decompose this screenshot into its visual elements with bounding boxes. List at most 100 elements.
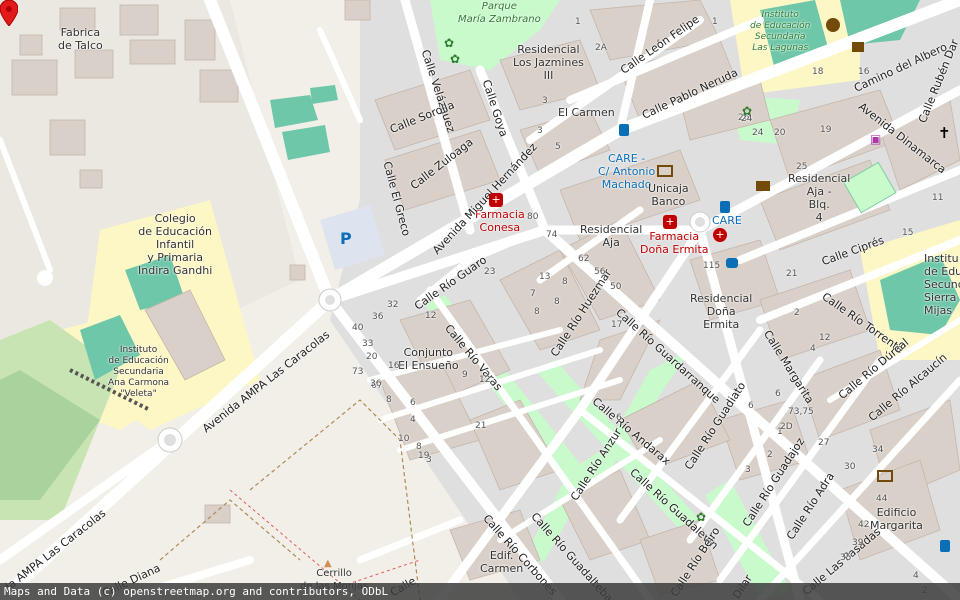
house-number: 18 bbox=[812, 67, 824, 77]
map-attribution: Maps and Data (c) openstreetmap.org and … bbox=[0, 583, 960, 600]
house-number: 39 bbox=[852, 538, 864, 548]
bank-icon[interactable] bbox=[657, 165, 673, 177]
pharmacy-icon[interactable]: + bbox=[489, 193, 503, 207]
label-residencial-aja: Residencial Aja bbox=[580, 223, 643, 249]
house-number: 27 bbox=[818, 438, 830, 448]
post-office-icon[interactable] bbox=[756, 181, 770, 191]
house-number: 35 bbox=[840, 553, 852, 563]
house-number: 1 bbox=[712, 17, 718, 27]
house-number: 32 bbox=[387, 300, 399, 310]
tree-icon: ✿ bbox=[696, 510, 707, 524]
tree-icon: ✿ bbox=[450, 52, 461, 66]
house-number: 23 bbox=[484, 267, 496, 277]
house-number: 16 bbox=[858, 67, 870, 77]
house-number: 6 bbox=[775, 389, 781, 399]
tree-icon: ✿ bbox=[444, 36, 455, 50]
bank-icon[interactable] bbox=[877, 470, 893, 482]
label-conjunto: Conjunto El Ensueño bbox=[398, 346, 459, 372]
house-number: 40 bbox=[352, 323, 364, 333]
house-number: 3 bbox=[537, 126, 543, 136]
house-number: 2 bbox=[767, 450, 773, 460]
house-number: 13 bbox=[539, 272, 551, 282]
house-number: 4 bbox=[410, 415, 416, 425]
house-number: 3 bbox=[542, 96, 548, 106]
house-number: 56 bbox=[594, 267, 606, 277]
house-number: 6 bbox=[616, 413, 622, 423]
house-number: 8 bbox=[386, 395, 392, 405]
house-number: 10 bbox=[398, 434, 410, 444]
house-number: 1 bbox=[575, 17, 581, 27]
label-unicaja: Unicaja Banco bbox=[648, 182, 689, 208]
house-number: 21 bbox=[475, 421, 487, 431]
house-number: 20 bbox=[774, 128, 786, 138]
house-number: 62 bbox=[578, 254, 590, 264]
house-number: 44 bbox=[876, 494, 888, 504]
house-number: 21 bbox=[786, 269, 798, 279]
house-number: 2D bbox=[780, 422, 793, 432]
house-number: 20 bbox=[366, 352, 378, 362]
label-residencial-aja-blq: Residencial Aja - Blq. 4 bbox=[788, 172, 851, 224]
peak-icon: ▲ bbox=[324, 558, 332, 569]
house-number: 73,75 bbox=[788, 407, 814, 417]
label-residencial-jazmines: Residencial Los Jazmines III bbox=[513, 43, 584, 82]
tree-icon: ✿ bbox=[742, 104, 753, 118]
house-number: 6 bbox=[748, 401, 754, 411]
label-el-carmen: El Carmen bbox=[558, 106, 615, 119]
house-number: 3 bbox=[745, 465, 751, 475]
bus-stop-icon[interactable] bbox=[619, 124, 629, 136]
bus-stop-icon[interactable] bbox=[720, 201, 730, 213]
hospital-icon[interactable]: + bbox=[713, 228, 727, 242]
house-number: 25 bbox=[796, 162, 808, 172]
house-number: 4 bbox=[810, 344, 816, 354]
house-number: 9 bbox=[462, 370, 468, 380]
house-number: 30 bbox=[844, 462, 856, 472]
house-number: 42 bbox=[858, 520, 870, 530]
house-number: 36 bbox=[370, 379, 382, 389]
label-fabrica: Fabrica de Talco bbox=[58, 26, 103, 52]
house-number: 11 bbox=[932, 193, 944, 203]
bus-stop-icon[interactable] bbox=[940, 540, 950, 552]
label-colegio: Colegio de Educación Infantil y Primaria… bbox=[138, 212, 213, 277]
house-number: 34 bbox=[872, 445, 884, 455]
label-farmacia-ermita: Farmacia Doña Ermita bbox=[640, 230, 709, 256]
shop-icon[interactable]: ▣ bbox=[870, 132, 884, 146]
label-instituto-carmona: Instituto de Educación Secundaria Ana Ca… bbox=[108, 345, 170, 399]
theatre-icon[interactable] bbox=[826, 18, 840, 32]
house-number: 12 bbox=[479, 375, 491, 385]
house-number: 115 bbox=[703, 261, 721, 271]
pharmacy-icon[interactable]: + bbox=[663, 215, 677, 229]
label-instituto-sierra: Institu de Educa Secund Sierra Mijas bbox=[924, 252, 960, 317]
taxi-icon[interactable] bbox=[726, 258, 738, 268]
house-number: 6 bbox=[410, 398, 416, 408]
house-number: 16 bbox=[388, 361, 400, 371]
house-number: 36 bbox=[372, 312, 384, 322]
house-number: 8 bbox=[534, 307, 540, 317]
label-instituto-lagunas: Instituto de Educación Secundaria Las La… bbox=[750, 10, 811, 53]
house-number: 2 bbox=[794, 308, 800, 318]
house-number: 17 bbox=[611, 320, 623, 330]
house-number: 73 bbox=[352, 367, 364, 377]
house-number: 8 bbox=[562, 277, 568, 287]
place-of-worship-icon[interactable]: ✝ bbox=[938, 126, 952, 141]
label-parque: Parque María Zambrano bbox=[458, 1, 541, 25]
house-number: 2A bbox=[595, 43, 607, 53]
house-number: 24 bbox=[752, 128, 764, 138]
label-care-bus: CARE - C/ Antonio Machado bbox=[598, 152, 656, 191]
label-residencial-ermita: Residencial Doña Ermita bbox=[690, 292, 753, 331]
location-pin-icon[interactable] bbox=[0, 0, 18, 26]
house-number: 5 bbox=[555, 142, 561, 152]
house-number: 80 bbox=[527, 212, 539, 222]
parking-icon[interactable]: P bbox=[340, 231, 352, 247]
house-number: 15 bbox=[902, 228, 914, 238]
house-number: 12 bbox=[425, 311, 437, 321]
library-icon[interactable] bbox=[852, 42, 864, 52]
house-number: 33 bbox=[362, 339, 374, 349]
house-number: 19 bbox=[820, 125, 832, 135]
house-number: 50 bbox=[610, 282, 622, 292]
house-number: 12 bbox=[819, 333, 831, 343]
house-number: 74 bbox=[546, 230, 558, 240]
map-view[interactable]: Fabrica de Talco Colegio de Educación In… bbox=[0, 0, 960, 600]
house-number: 4 bbox=[913, 571, 919, 581]
house-number: 8 bbox=[554, 297, 560, 307]
house-number: 7 bbox=[530, 289, 536, 299]
